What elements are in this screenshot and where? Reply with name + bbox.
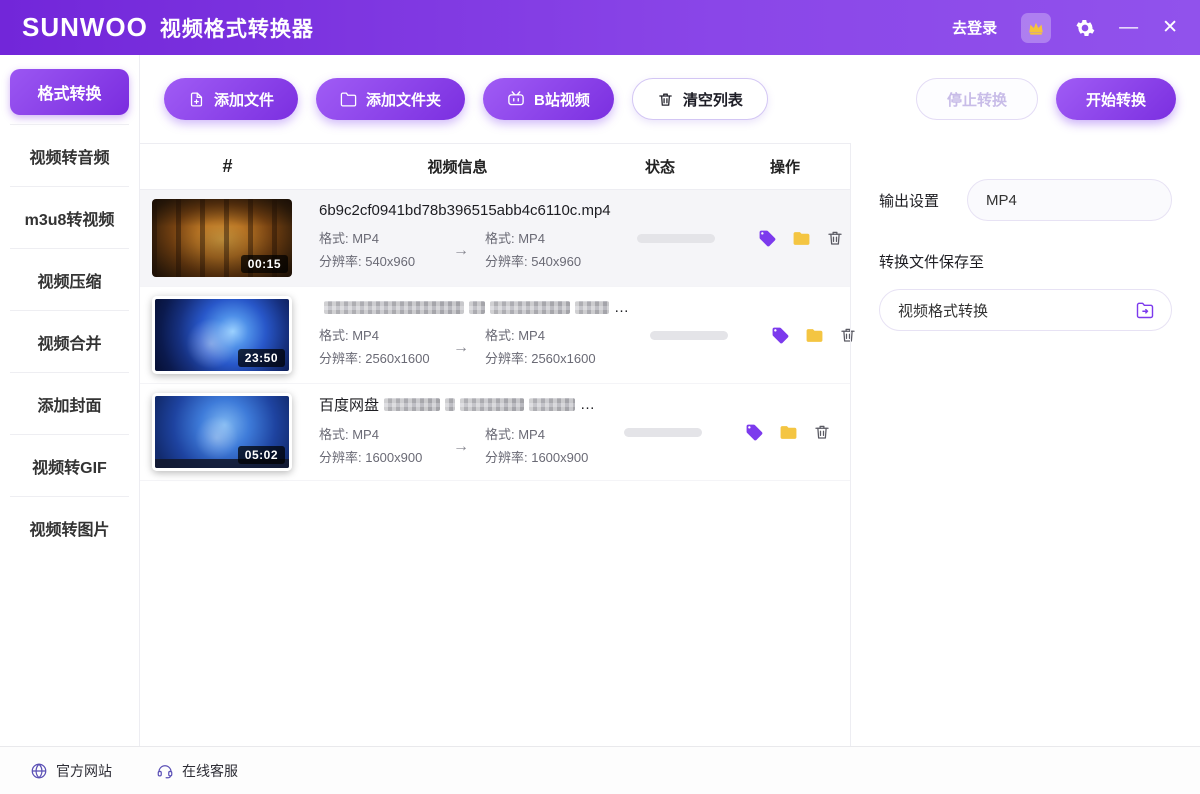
sidebar-item-video-merge[interactable]: 视频合并 <box>10 310 129 372</box>
duration-badge: 00:15 <box>241 255 288 273</box>
save-location-label: 转换文件保存至 <box>879 251 1172 272</box>
target-resolution: 分辨率: 540x960 <box>485 251 603 274</box>
target-format: 格式: MP4 <box>485 325 603 348</box>
app-window: SUNWOO 视频格式转换器 去登录 — ✕ 格式转换 视频转音频 m3u8转视… <box>0 0 1200 794</box>
open-folder-icon[interactable] <box>779 423 798 442</box>
settings-button[interactable] <box>1075 18 1095 38</box>
col-header-video-info: 视频信息 <box>315 156 600 177</box>
footer: 官方网站 在线客服 <box>0 746 1200 794</box>
redacted-filename <box>460 398 524 411</box>
sidebar-item-m3u8-to-video[interactable]: m3u8转视频 <box>10 186 129 248</box>
app-title: 视频格式转换器 <box>160 13 314 43</box>
source-resolution: 分辨率: 540x960 <box>319 251 437 274</box>
convert-arrow-icon: → <box>453 334 469 362</box>
col-header-status: 状态 <box>600 156 720 177</box>
redacted-filename <box>529 398 575 411</box>
rename-tag-icon[interactable] <box>745 423 764 442</box>
progress-bar <box>650 331 728 340</box>
vip-crown-button[interactable] <box>1021 13 1051 43</box>
bilibili-tv-icon <box>507 90 525 108</box>
sidebar: 格式转换 视频转音频 m3u8转视频 视频压缩 视频合并 添加封面 视频转GIF… <box>0 55 140 746</box>
source-format: 格式: MP4 <box>319 228 437 251</box>
target-resolution: 分辨率: 1600x900 <box>485 447 603 470</box>
crown-icon <box>1027 19 1045 37</box>
source-format: 格式: MP4 <box>319 325 437 348</box>
delete-icon[interactable] <box>813 423 831 441</box>
table-row[interactable]: 05:02 百度网盘 … <box>140 384 850 481</box>
col-header-index: # <box>140 156 315 177</box>
target-format: 格式: MP4 <box>485 228 603 251</box>
video-thumbnail: 05:02 <box>152 393 292 471</box>
trash-icon <box>657 91 674 108</box>
folder-icon <box>340 91 357 108</box>
source-format: 格式: MP4 <box>319 424 437 447</box>
sidebar-item-add-cover[interactable]: 添加封面 <box>10 372 129 434</box>
progress-bar <box>637 234 715 243</box>
add-file-button[interactable]: 添加文件 <box>164 78 298 120</box>
video-filename: 6b9c2cf0941bd78b396515abb4c6110c.mp4 <box>319 202 616 219</box>
col-header-operations: 操作 <box>720 156 850 177</box>
table-row[interactable]: 23:50 … <box>140 287 850 384</box>
redacted-filename <box>384 398 440 411</box>
open-folder-icon[interactable] <box>805 326 824 345</box>
duration-badge: 23:50 <box>238 349 285 367</box>
headset-icon <box>156 762 174 780</box>
minimize-button[interactable]: — <box>1119 18 1138 37</box>
save-path-picker[interactable]: 视频格式转换 <box>879 289 1172 331</box>
video-thumbnail: 00:15 <box>152 199 292 277</box>
official-website-link[interactable]: 官方网站 <box>30 761 112 781</box>
video-thumbnail: 23:50 <box>152 296 292 374</box>
redacted-filename <box>575 301 609 314</box>
sidebar-item-video-to-image[interactable]: 视频转图片 <box>10 496 129 558</box>
start-convert-button[interactable]: 开始转换 <box>1056 78 1176 120</box>
brand-logo: SUNWOO <box>22 12 148 43</box>
delete-icon[interactable] <box>826 229 844 247</box>
convert-arrow-icon: → <box>453 433 469 461</box>
video-filename-redacted: … <box>319 299 629 316</box>
rename-tag-icon[interactable] <box>771 326 790 345</box>
globe-icon <box>30 762 48 780</box>
clear-list-button[interactable]: 清空列表 <box>632 78 768 120</box>
redacted-filename <box>469 301 485 314</box>
folder-export-icon[interactable] <box>1135 300 1155 320</box>
table-header: # 视频信息 状态 操作 <box>140 144 850 190</box>
output-format-select[interactable]: MP4 <box>967 179 1172 221</box>
output-settings-label: 输出设置 <box>879 190 939 211</box>
duration-badge: 05:02 <box>238 446 285 464</box>
progress-bar <box>624 428 702 437</box>
sidebar-item-video-compress[interactable]: 视频压缩 <box>10 248 129 310</box>
target-resolution: 分辨率: 2560x1600 <box>485 348 603 371</box>
stop-convert-button[interactable]: 停止转换 <box>916 78 1038 120</box>
source-resolution: 分辨率: 1600x900 <box>319 447 437 470</box>
file-plus-icon <box>188 91 205 108</box>
login-button[interactable]: 去登录 <box>952 17 997 38</box>
settings-panel: 输出设置 MP4 转换文件保存至 视频格式转换 <box>850 143 1200 746</box>
titlebar: SUNWOO 视频格式转换器 去登录 — ✕ <box>0 0 1200 55</box>
sidebar-item-video-to-gif[interactable]: 视频转GIF <box>10 434 129 496</box>
open-folder-icon[interactable] <box>792 229 811 248</box>
redacted-filename <box>490 301 570 314</box>
video-filename-redacted: 百度网盘 … <box>319 394 603 415</box>
convert-arrow-icon: → <box>453 237 469 265</box>
sidebar-item-format-convert[interactable]: 格式转换 <box>10 69 129 115</box>
table-row[interactable]: 00:15 6b9c2cf0941bd78b396515abb4c6110c.m… <box>140 190 850 287</box>
redacted-filename <box>445 398 455 411</box>
video-list: # 视频信息 状态 操作 00:15 6b9c2cf0941bd78b39651… <box>140 143 850 746</box>
gear-icon <box>1075 18 1095 38</box>
add-folder-button[interactable]: 添加文件夹 <box>316 78 465 120</box>
source-resolution: 分辨率: 2560x1600 <box>319 348 437 371</box>
toolbar: 添加文件 添加文件夹 B站视频 <box>140 55 1200 143</box>
redacted-filename <box>324 301 464 314</box>
online-support-link[interactable]: 在线客服 <box>156 761 238 781</box>
rename-tag-icon[interactable] <box>758 229 777 248</box>
bilibili-video-button[interactable]: B站视频 <box>483 78 614 120</box>
target-format: 格式: MP4 <box>485 424 603 447</box>
sidebar-item-video-to-audio[interactable]: 视频转音频 <box>10 124 129 186</box>
close-button[interactable]: ✕ <box>1162 18 1178 37</box>
